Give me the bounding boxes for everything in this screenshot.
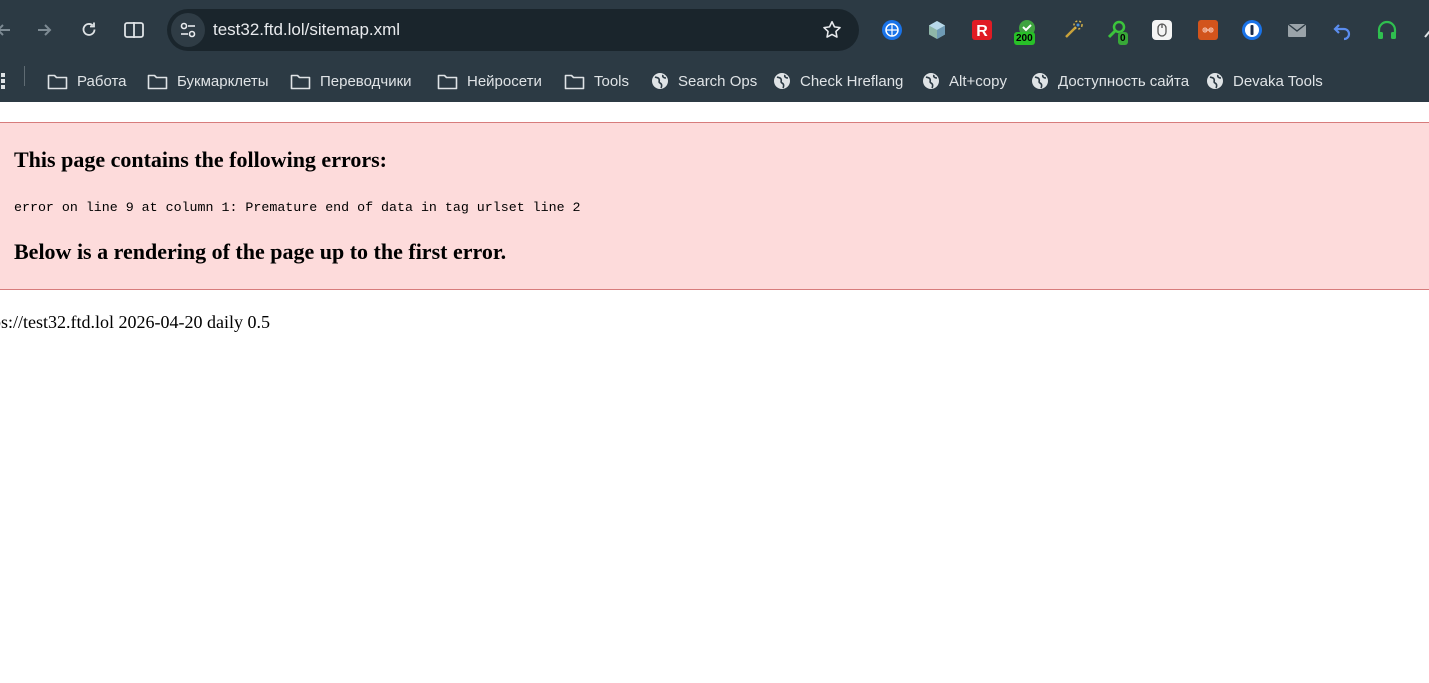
bookmark-label: Букмарклеты bbox=[177, 72, 269, 90]
bookmarks-separator bbox=[24, 66, 25, 86]
undo-extension[interactable] bbox=[1331, 19, 1353, 41]
bookmark-label: Работа bbox=[77, 72, 127, 90]
bookmark-search-ops[interactable]: Search Ops bbox=[651, 65, 757, 97]
password-manager-extension[interactable] bbox=[1241, 19, 1263, 41]
pencil-icon bbox=[1424, 30, 1429, 38]
password-manager-icon bbox=[1242, 20, 1262, 40]
mail-extension[interactable] bbox=[1286, 19, 1308, 41]
mouse-icon bbox=[1152, 20, 1172, 40]
back-arrow-icon bbox=[0, 24, 10, 36]
pencil-extension[interactable] bbox=[1419, 19, 1429, 41]
magic-wand-extension[interactable] bbox=[1062, 19, 1084, 41]
bookmark-label: Переводчики bbox=[320, 72, 412, 90]
globe-icon bbox=[774, 73, 790, 89]
mouse-extension[interactable] bbox=[1151, 19, 1173, 41]
svg-text:R: R bbox=[976, 23, 988, 40]
folder-icon bbox=[147, 74, 168, 89]
globe-icon bbox=[1207, 73, 1223, 89]
split-view-icon bbox=[124, 22, 144, 38]
bookmark-alt-copy[interactable]: Alt+copy bbox=[922, 65, 1007, 97]
bookmark-label: Доступность сайта bbox=[1058, 72, 1190, 90]
xml-parser-error-box: This page contains the following errors:… bbox=[0, 122, 1429, 290]
bookmark-label: Alt+copy bbox=[949, 72, 1007, 90]
tune-icon bbox=[180, 22, 196, 38]
reload-icon bbox=[82, 22, 96, 36]
bookmark-folder-neural-nets[interactable]: Нейросети bbox=[437, 65, 542, 97]
headphones-extension[interactable] bbox=[1376, 19, 1398, 41]
bookmark-label: Search Ops bbox=[678, 72, 758, 90]
status-code-extension[interactable]: 200 bbox=[1014, 19, 1038, 45]
rendered-sitemap-text: ps://test32.ftd.lol 2026-04-20 daily 0.5 bbox=[0, 312, 270, 332]
bookmark-label: Tools bbox=[594, 72, 630, 90]
headphones-icon bbox=[1377, 20, 1397, 39]
globe-icon bbox=[652, 73, 668, 89]
site-info-button[interactable] bbox=[171, 13, 205, 47]
bookmark-label: Check Hreflang bbox=[800, 72, 904, 90]
browser-toolbar: test32.ftd.lol/sitemap.xml R 200 0 bbox=[0, 0, 1429, 60]
bookmark-folder-translators[interactable]: Переводчики bbox=[290, 65, 412, 97]
status-code-badge: 200 bbox=[1014, 32, 1035, 45]
bookmark-check-hreflang[interactable]: Check Hreflang bbox=[773, 65, 903, 97]
globe-icon bbox=[923, 73, 939, 89]
split-view-button[interactable] bbox=[116, 12, 152, 48]
r-extension[interactable]: R bbox=[971, 19, 993, 41]
address-bar[interactable]: test32.ftd.lol/sitemap.xml bbox=[167, 9, 859, 51]
globe-icon bbox=[1032, 73, 1048, 89]
folder-icon bbox=[437, 74, 458, 89]
apps-grid-icon[interactable] bbox=[0, 73, 8, 89]
mail-icon bbox=[1287, 23, 1307, 37]
bookmark-folder-tools[interactable]: Tools bbox=[564, 65, 629, 97]
bookmark-folder-bookmarklets[interactable]: Букмарклеты bbox=[147, 65, 269, 97]
reload-button[interactable] bbox=[71, 12, 107, 48]
back-button[interactable] bbox=[0, 12, 22, 48]
seo-globe-extension[interactable] bbox=[881, 19, 903, 41]
link-icon bbox=[1198, 20, 1218, 40]
undo-icon bbox=[1333, 24, 1351, 41]
bookmark-label: Нейросети bbox=[467, 72, 542, 90]
bookmark-site-accessibility[interactable]: Доступность сайта bbox=[1031, 65, 1189, 97]
bookmark-devaka-tools[interactable]: Devaka Tools bbox=[1206, 65, 1323, 97]
magnifier-extension[interactable]: 0 bbox=[1106, 19, 1128, 45]
folder-icon bbox=[290, 74, 311, 89]
cube-icon bbox=[929, 21, 945, 39]
error-footer: Below is a rendering of the page up to t… bbox=[14, 239, 507, 264]
r-logo-icon: R bbox=[972, 20, 992, 40]
error-detail: error on line 9 at column 1: Premature e… bbox=[14, 200, 581, 215]
folder-icon bbox=[47, 74, 68, 89]
bookmark-folder-rabota[interactable]: Работа bbox=[47, 65, 127, 97]
forward-button[interactable] bbox=[26, 12, 62, 48]
magic-wand-icon bbox=[1065, 20, 1083, 38]
seo-globe-icon bbox=[882, 20, 902, 40]
url-text[interactable]: test32.ftd.lol/sitemap.xml bbox=[213, 9, 400, 51]
magnifier-badge: 0 bbox=[1118, 32, 1128, 45]
error-heading: This page contains the following errors: bbox=[14, 147, 387, 172]
cube-extension[interactable] bbox=[926, 19, 948, 41]
folder-icon bbox=[564, 74, 585, 89]
forward-arrow-icon bbox=[38, 24, 52, 36]
link-extension[interactable] bbox=[1197, 19, 1219, 41]
bookmark-label: Devaka Tools bbox=[1233, 72, 1323, 90]
bookmark-star-icon[interactable] bbox=[821, 19, 843, 41]
